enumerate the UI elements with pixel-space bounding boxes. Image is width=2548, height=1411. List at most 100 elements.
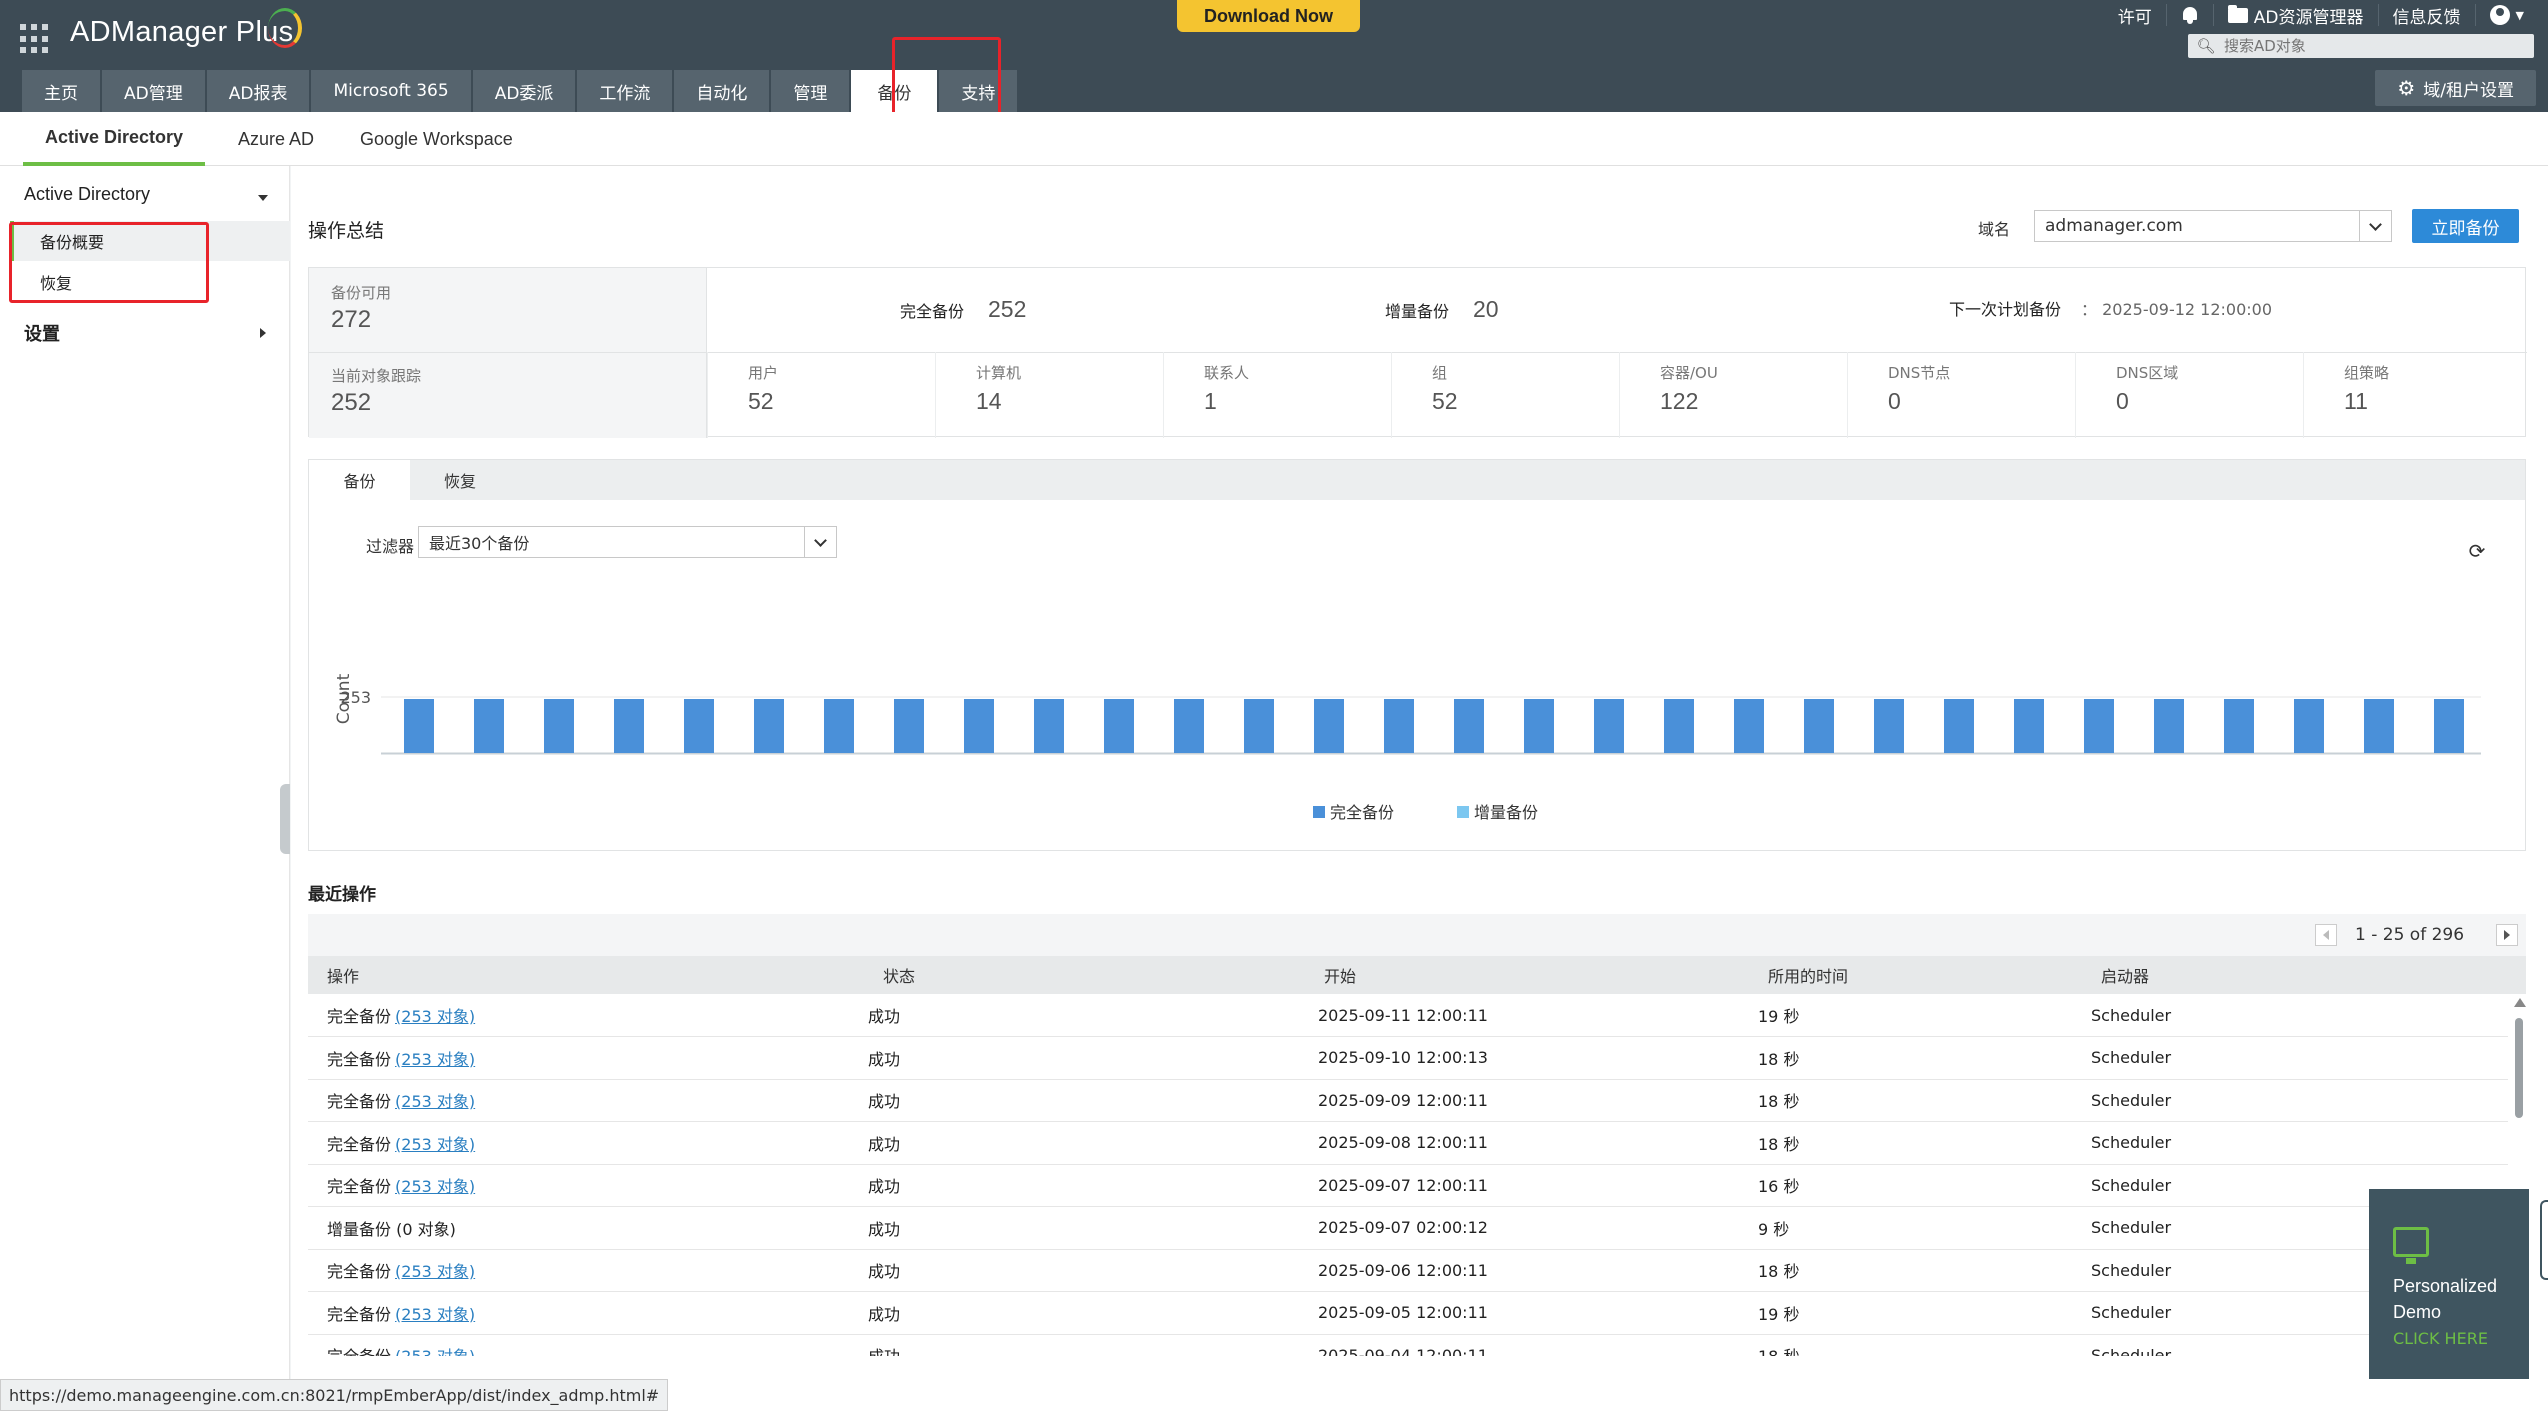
filter-select[interactable]: 最近30个备份 xyxy=(418,526,837,558)
chevron-right-icon[interactable] xyxy=(260,328,266,338)
cell-dur: 18 秒 xyxy=(1758,1334,1799,1356)
table-row: 完全备份 (253 对象) 成功 2025-09-04 12:00:11 18 秒 Sch… xyxy=(308,1334,2508,1357)
notifications-button[interactable] xyxy=(2167,4,2214,26)
app-grid-icon[interactable] xyxy=(20,24,50,54)
cell-text: 2025-09-06 12:00:11 xyxy=(1318,1260,1488,1280)
feedback-link[interactable]: 信息反馈 xyxy=(2379,4,2476,28)
cell-text: 19 秒 xyxy=(1758,1007,1800,1026)
bar-full-backup xyxy=(1664,699,1694,753)
tab-ad-reports[interactable]: AD报表 xyxy=(206,70,310,112)
next-backup-label: 下一次计划备份 xyxy=(1949,300,2062,319)
cell-status: 成功 xyxy=(868,994,900,1036)
bar-full-backup xyxy=(1244,699,1274,753)
scroll-up-icon[interactable] xyxy=(2514,998,2526,1007)
objects-link[interactable]: (253 对象) xyxy=(395,1003,475,1027)
objects-link[interactable]: (253 对象) xyxy=(395,1301,475,1325)
subtab-active-directory[interactable]: Active Directory xyxy=(23,112,206,166)
cell-text: 成功 xyxy=(868,1007,901,1026)
cell-text: 18 秒 xyxy=(1758,1092,1800,1111)
sidebar-section-settings[interactable]: 设置 xyxy=(24,320,60,346)
license-link[interactable]: 许可 xyxy=(2104,4,2167,28)
search-input[interactable] xyxy=(2224,37,2524,55)
col-operation[interactable]: 操作 xyxy=(327,956,359,994)
objects-link[interactable]: (253 对象) xyxy=(395,1343,475,1356)
chevron-down-icon[interactable] xyxy=(258,195,268,201)
objects-link[interactable]: (253 对象) xyxy=(395,1173,475,1197)
bar-full-backup xyxy=(1524,699,1554,753)
cell-text: 19 秒 xyxy=(1758,1304,1800,1324)
top-links: 许可 AD资源管理器 信息反馈 ▼ xyxy=(2104,2,2538,28)
cell-text: 完全备份 xyxy=(327,1134,392,1154)
subtab-google-workspace[interactable]: Google Workspace xyxy=(360,112,513,166)
bar-full-backup xyxy=(894,699,924,753)
cell-init: Scheduler xyxy=(2091,994,2171,1036)
chevron-down-icon[interactable] xyxy=(804,527,836,557)
bar-full-backup xyxy=(1174,699,1204,753)
tab-automation[interactable]: 自动化 xyxy=(674,70,770,112)
tab-ad-management[interactable]: AD管理 xyxy=(102,70,205,112)
stat-dns-nodes: DNS节点 0 xyxy=(1847,352,2075,438)
user-menu[interactable]: ▼ xyxy=(2476,4,2538,26)
sidebar: Active Directory 备份概要 恢复 设置 xyxy=(0,166,290,1411)
subtab-azure-ad[interactable]: Azure AD xyxy=(238,112,314,166)
chart-tab-restore[interactable]: 恢复 xyxy=(410,460,510,500)
next-page-button[interactable] xyxy=(2496,924,2518,946)
stat-value: 1 xyxy=(1204,388,1217,414)
cell-op: 完全备份(253 对象) xyxy=(327,1037,475,1079)
table-row: 完全备份 (253 对象) 成功 2025-09-07 12:00:11 16 秒 Sch… xyxy=(308,1164,2508,1207)
download-now-button[interactable]: Download Now xyxy=(1177,0,1360,32)
demo-widget-handle[interactable] xyxy=(2540,1200,2548,1280)
sidebar-section-active-directory[interactable]: Active Directory xyxy=(24,184,150,205)
bar-full-backup xyxy=(2014,699,2044,753)
cell-text: 完全备份 xyxy=(327,1007,392,1026)
demo-click-here[interactable]: CLICK HERE xyxy=(2393,1329,2488,1348)
tab-microsoft-365[interactable]: Microsoft 365 xyxy=(311,70,471,112)
cell-init: Scheduler xyxy=(2091,1249,2171,1291)
stat-value: 0 xyxy=(1888,388,1901,414)
cell-start: 2025-09-07 12:00:11 xyxy=(1318,1164,1488,1206)
cell-text: Scheduler xyxy=(2091,1260,2172,1280)
stat-computers: 计算机 14 xyxy=(935,352,1163,438)
bar-full-backup xyxy=(1314,699,1344,753)
license-link-label: 许可 xyxy=(2117,7,2152,28)
col-status[interactable]: 状态 xyxy=(883,956,915,994)
user-icon xyxy=(2489,5,2510,25)
objects-link[interactable]: (253 对象) xyxy=(395,1046,475,1070)
summary-available-cell: 备份可用 272 xyxy=(309,268,707,352)
sidebar-collapse-handle[interactable] xyxy=(280,784,290,854)
backup-now-button[interactable]: 立即备份 xyxy=(2412,209,2519,243)
chart-tab-backup[interactable]: 备份 xyxy=(309,460,410,500)
domain-settings-button[interactable]: ⚙ 域/租户设置 xyxy=(2375,70,2536,106)
personalized-demo-widget[interactable]: Personalized Demo CLICK HERE xyxy=(2369,1189,2529,1379)
ad-explorer-link[interactable]: AD资源管理器 xyxy=(2214,4,2379,28)
chevron-down-icon[interactable] xyxy=(2359,211,2391,241)
refresh-icon[interactable]: ⟳ xyxy=(2466,539,2488,563)
stat-label: 组 xyxy=(1432,364,1448,382)
stat-value: 52 xyxy=(748,388,774,414)
tab-home[interactable]: 主页 xyxy=(22,70,100,112)
objects-link[interactable]: (253 对象) xyxy=(395,1088,475,1112)
stat-groups: 组 52 xyxy=(1391,352,1619,438)
search-icon[interactable]: 🔍︎ xyxy=(2188,34,2224,58)
cell-text: Scheduler xyxy=(2091,1048,2172,1067)
cell-dur: 18 秒 xyxy=(1758,1249,1799,1291)
scroll-thumb[interactable] xyxy=(2515,1018,2523,1118)
col-start[interactable]: 开始 xyxy=(1324,956,1356,994)
cell-text: 18 秒 xyxy=(1758,1262,1800,1281)
col-duration[interactable]: 所用的时间 xyxy=(1768,956,1848,994)
col-initiator[interactable]: 启动器 xyxy=(2101,956,2149,994)
tab-workflow[interactable]: 工作流 xyxy=(577,70,673,112)
cell-text: 成功 xyxy=(868,1262,901,1281)
prev-page-button[interactable] xyxy=(2315,924,2337,946)
objects-link[interactable]: (253 对象) xyxy=(395,1131,475,1155)
tab-ad-delegation[interactable]: AD委派 xyxy=(472,70,576,112)
cell-text: 2025-09-08 12:00:11 xyxy=(1318,1133,1488,1152)
cell-dur: 19 秒 xyxy=(1758,1292,1799,1334)
domain-select[interactable]: admanager.com xyxy=(2034,210,2392,242)
cell-op: 完全备份(253 对象) xyxy=(327,1164,475,1206)
table-row: 完全备份 (253 对象) 成功 2025-09-10 12:00:13 18 秒 Sch… xyxy=(308,1037,2508,1080)
cell-op: 完全备份(253 对象) xyxy=(327,1334,475,1356)
stat-value: 0 xyxy=(2116,388,2129,414)
objects-link[interactable]: (253 对象) xyxy=(395,1258,475,1282)
tab-admin[interactable]: 管理 xyxy=(771,70,850,112)
